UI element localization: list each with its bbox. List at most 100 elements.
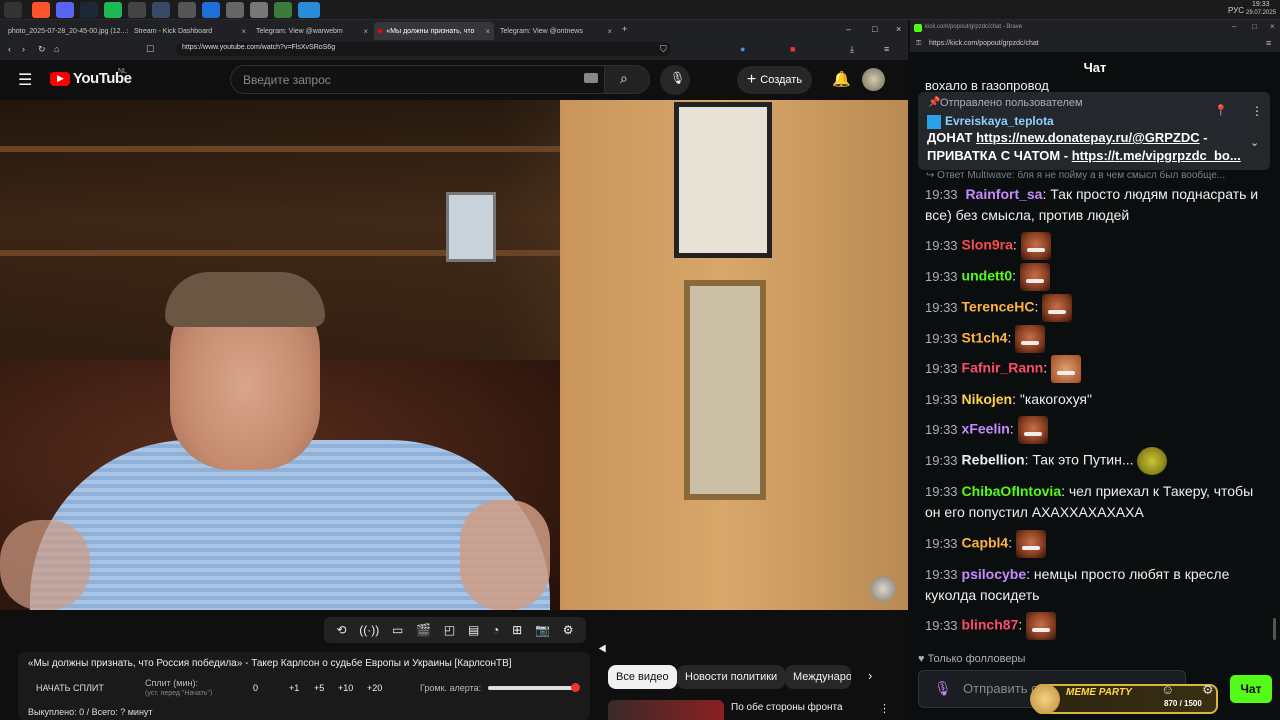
voice-search-button[interactable]: 🎙 (660, 65, 690, 95)
discord-icon[interactable] (56, 2, 74, 18)
video-player[interactable] (0, 100, 908, 610)
maximize-icon[interactable]: □ (872, 24, 877, 34)
crop-icon[interactable]: ◰ (444, 623, 455, 637)
home-icon[interactable]: ⌂ (54, 44, 59, 54)
forward-icon[interactable]: › (22, 44, 25, 54)
broadcast-icon[interactable]: ((·)) (359, 623, 379, 637)
hamburger-menu-icon[interactable]: ☰ (18, 70, 32, 90)
close-icon[interactable]: × (607, 27, 612, 36)
emote-icon[interactable] (1042, 294, 1073, 322)
browser-tab[interactable]: Telegram: View @warwebm × (252, 22, 372, 40)
pinned-user[interactable]: Evreiskaya_teplota (945, 114, 1054, 128)
chevron-right-icon[interactable]: › (868, 668, 872, 683)
message-user[interactable]: psilocybe (962, 566, 1027, 582)
chat-scrollbar[interactable] (1273, 618, 1276, 640)
chat-url[interactable]: https://kick.com/popout/grpzdc/chat (929, 40, 1039, 47)
pinned-telegram-link[interactable]: https://t.me/vipgrpzdc_bo... (1072, 148, 1241, 163)
increment-20-button[interactable]: +20 (367, 683, 382, 693)
close-window-icon[interactable]: × (896, 24, 901, 34)
close-icon[interactable]: × (485, 27, 490, 36)
emote-icon[interactable] (1019, 263, 1050, 291)
language-indicator[interactable]: РУС (1228, 6, 1244, 15)
emote-icon[interactable] (1051, 355, 1082, 383)
message-user[interactable]: Capbl4 (962, 535, 1009, 551)
add-frame-icon[interactable]: ⊞ (512, 623, 522, 637)
message-user[interactable]: St1ch4 (962, 330, 1008, 346)
split-value[interactable]: 0 (253, 683, 258, 693)
increment-5-button[interactable]: +5 (314, 683, 324, 693)
message-user[interactable]: Nikojen (962, 391, 1013, 407)
frog-emote-icon[interactable] (1137, 447, 1168, 475)
extension-icon[interactable]: ■ (790, 44, 795, 54)
keyboard-icon[interactable] (584, 73, 598, 83)
speed-icon[interactable]: ◔ (492, 623, 499, 637)
emote-icon[interactable] (1026, 612, 1057, 640)
brave-icon[interactable] (32, 2, 50, 18)
search-input[interactable]: Введите запрос (230, 65, 610, 94)
emote-icon[interactable] (1016, 530, 1047, 558)
search-button[interactable]: ⌕ (604, 65, 650, 94)
extension-icon[interactable]: ● (740, 44, 745, 54)
app-icon[interactable] (226, 2, 244, 18)
message-user[interactable]: undett0 (962, 268, 1013, 284)
close-window-icon[interactable]: × (1270, 22, 1275, 31)
increment-10-button[interactable]: +10 (338, 683, 353, 693)
start-split-button[interactable]: НАЧАТЬ СПЛИТ (36, 683, 104, 693)
message-user[interactable]: ChibaOfIntovia (962, 483, 1062, 499)
pinned-donate-link[interactable]: https://new.donatepay.ru/@GRPZDC (976, 130, 1200, 145)
unpin-icon[interactable]: 📍 (1214, 104, 1228, 117)
youtube-logo-icon[interactable]: ▶ (50, 72, 70, 86)
app-icon[interactable] (128, 2, 146, 18)
address-bar[interactable]: https://www.youtube.com/watch?v=FlsXvSRo… (176, 42, 671, 56)
telegram-icon[interactable] (298, 2, 320, 18)
app-icon[interactable] (274, 2, 292, 18)
clapper-icon[interactable]: 🎬 (416, 623, 431, 637)
camera-icon[interactable]: 📷 (535, 623, 550, 637)
meme-party-widget[interactable]: MEME PARTY 870 / 1500 (1030, 684, 1218, 714)
more-vert-icon[interactable]: ⋮ (1251, 104, 1263, 118)
windows-start-icon[interactable] (4, 2, 22, 18)
minimize-icon[interactable]: – (1232, 22, 1236, 31)
chip-all-videos[interactable]: Все видео (608, 665, 677, 689)
app-icon[interactable] (250, 2, 268, 18)
spotify-icon[interactable] (104, 2, 122, 18)
message-user[interactable]: Fafnir_Rann (962, 360, 1044, 376)
more-vert-icon[interactable]: ⋮ (879, 702, 890, 715)
download-icon[interactable]: ⤓ (850, 44, 854, 55)
new-tab-icon[interactable]: + (622, 24, 627, 34)
notifications-bell-icon[interactable]: 🔔 (832, 70, 851, 88)
message-user[interactable]: blinch87 (962, 617, 1019, 633)
steam-icon[interactable] (80, 2, 98, 18)
menu-icon[interactable]: ≡ (884, 44, 889, 54)
recommended-thumbnail[interactable] (608, 700, 724, 720)
message-user[interactable]: xFeelin (962, 421, 1010, 437)
channel-watermark[interactable] (870, 576, 896, 602)
app-icon[interactable] (202, 2, 220, 18)
reload-icon[interactable]: ↻ (38, 44, 46, 55)
message-user[interactable]: TerenceHC (962, 299, 1035, 315)
message-user[interactable]: Slon9ra (962, 237, 1013, 253)
bookmark-icon[interactable]: ☐ (146, 44, 154, 55)
volume-slider[interactable] (488, 683, 580, 692)
emote-icon[interactable] (1015, 325, 1046, 353)
film-icon[interactable]: ▤ (468, 623, 479, 637)
browser-tab[interactable]: photo_2025-07-28_20-45-00.jpg (12...× (4, 22, 128, 40)
close-icon[interactable]: × (126, 27, 128, 36)
browser-tab-active[interactable]: ▶ «Мы должны признать, что × (374, 22, 494, 40)
avatar[interactable] (862, 68, 885, 91)
gear-icon[interactable]: ⚙ (1202, 682, 1214, 698)
menu-icon[interactable]: ≡ (1266, 38, 1271, 48)
chevron-down-icon[interactable]: ⌄ (1250, 136, 1259, 149)
mic-icon[interactable]: 🎙 (934, 680, 952, 697)
close-icon[interactable]: × (363, 27, 368, 36)
obs-icon[interactable] (152, 2, 170, 18)
browser-tab[interactable]: Stream - Kick Dashboard × (130, 22, 250, 40)
browser-tab[interactable]: Telegram: View @ontnews × (496, 22, 616, 40)
gear-icon[interactable]: ⚙ (563, 623, 574, 637)
create-button[interactable]: + Создать (737, 66, 812, 94)
emote-icon[interactable] (1020, 232, 1051, 260)
emote-icon[interactable] (1017, 416, 1048, 444)
screen-watch-icon[interactable]: ▭ (392, 623, 403, 637)
volume-handle[interactable] (571, 683, 580, 692)
loop-icon[interactable]: ⟲ (336, 623, 346, 637)
